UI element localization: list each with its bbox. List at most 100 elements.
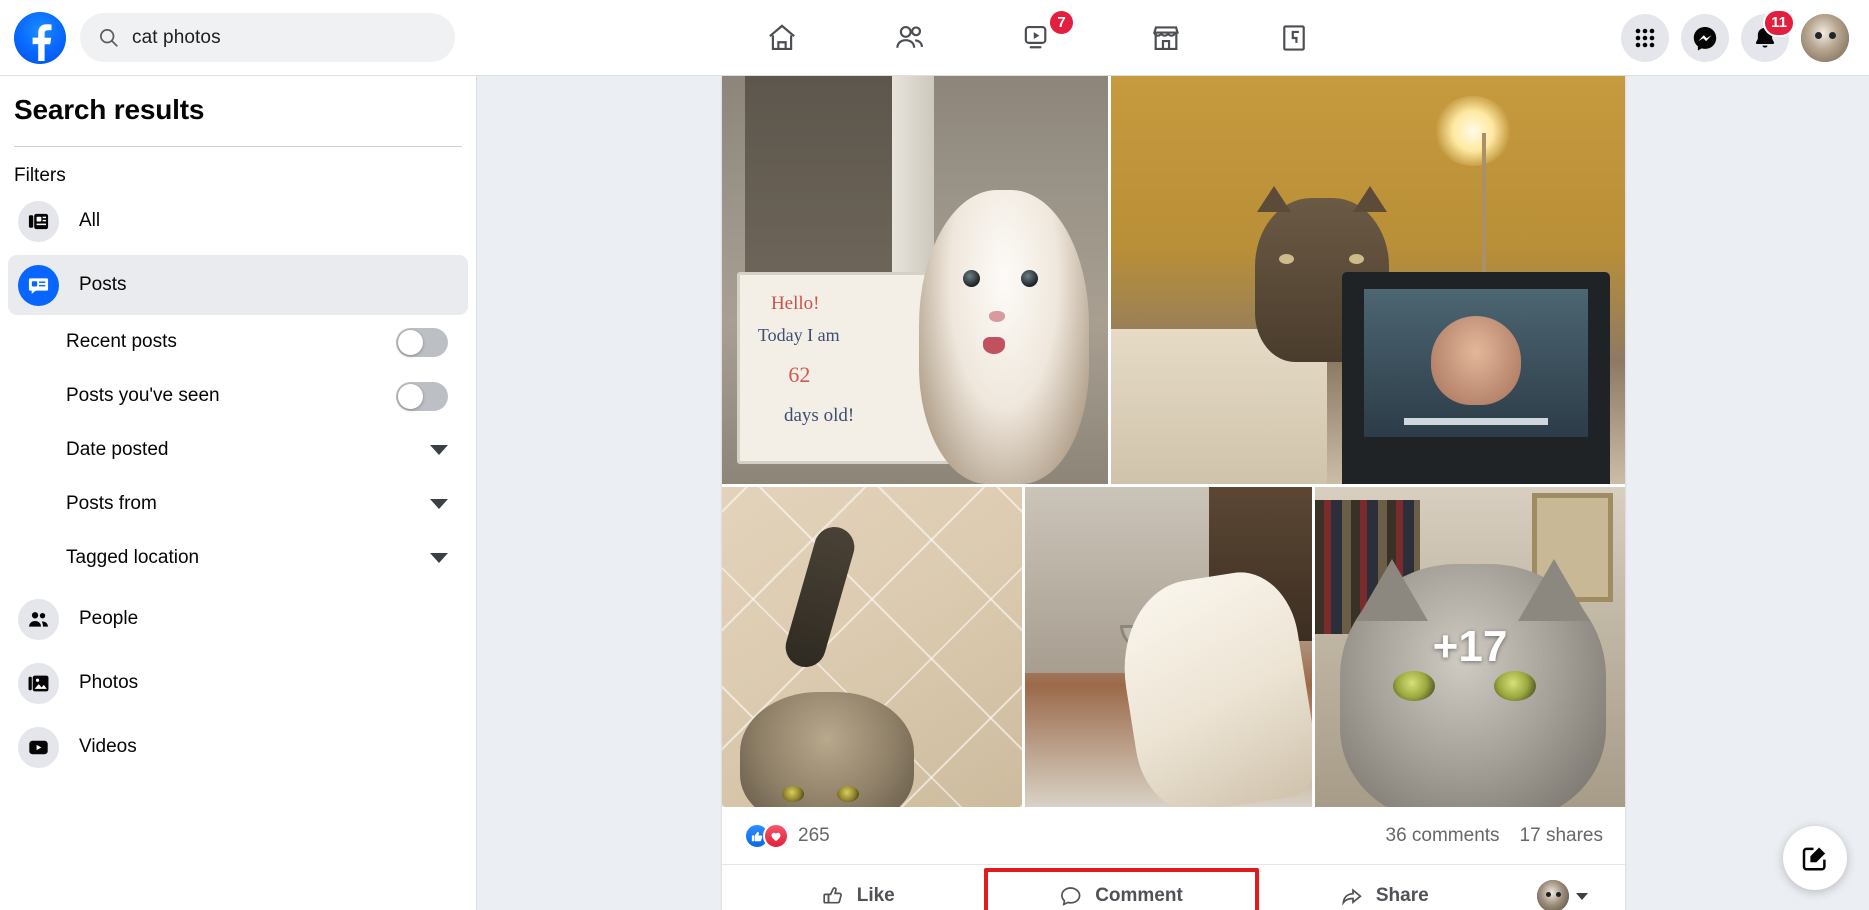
thumbs-up-icon — [823, 887, 842, 904]
post-engagement-summary: 265 36 comments 17 shares — [722, 807, 1625, 865]
header-nav-group: 7 — [455, 7, 1621, 69]
header-left-group: cat photos — [0, 11, 455, 64]
notifications-badge: 11 — [1763, 8, 1795, 37]
nav-home[interactable] — [718, 7, 846, 69]
post-photo-4[interactable] — [1025, 487, 1312, 807]
reaction-count: 265 — [798, 824, 830, 846]
post-photo-3[interactable] — [722, 487, 1022, 807]
video-badge: 7 — [1048, 8, 1075, 36]
gaming-icon — [1283, 24, 1305, 51]
filter-tagged-location[interactable]: Tagged location — [10, 531, 466, 585]
grid-menu-icon — [1635, 28, 1655, 47]
filter-label: Posts from — [66, 493, 157, 514]
post-photo-5[interactable]: +17 — [1315, 487, 1625, 807]
search-filters-sidebar: Search results Filters All Posts Recent … — [0, 76, 477, 910]
header-right-group: 11 — [1621, 8, 1869, 62]
chevron-down-icon — [430, 499, 448, 509]
sidebar-item-all[interactable]: All — [8, 191, 468, 251]
like-label: Like — [856, 885, 895, 906]
tabby-cat-on-tile-floor-image — [722, 487, 1022, 807]
filter-label: Date posted — [66, 439, 169, 460]
compose-pencil-icon — [1802, 847, 1826, 871]
search-icon — [98, 27, 119, 48]
top-navigation-bar: cat photos 7 11 — [0, 0, 1869, 76]
filter-date-posted[interactable]: Date posted — [10, 423, 466, 477]
account-avatar[interactable] — [1801, 13, 1849, 62]
sidebar-item-people[interactable]: People — [8, 589, 468, 649]
filter-recent-posts[interactable]: Recent posts — [10, 315, 466, 369]
post-action-bar: Like Comment Share — [722, 865, 1625, 910]
nav-video[interactable]: 7 — [974, 7, 1102, 69]
nav-marketplace[interactable] — [1102, 7, 1230, 69]
sidebar-item-videos[interactable]: Videos — [8, 717, 468, 777]
reaction-icons — [744, 822, 789, 849]
share-count[interactable]: 17 shares — [1520, 825, 1603, 847]
chevron-down-icon — [430, 445, 448, 455]
cat-behind-laptop-image — [1111, 76, 1625, 484]
white-cat-sleeping-on-lap-image — [1025, 487, 1312, 807]
filter-posts-from[interactable]: Posts from — [10, 477, 466, 531]
chevron-down-icon — [1576, 892, 1588, 900]
all-icon — [18, 200, 59, 242]
comments-shares-summary: 36 comments 17 shares — [1386, 825, 1604, 847]
whiteboard-line-2: Today I am — [757, 324, 840, 345]
comment-bubble-icon — [1061, 887, 1081, 906]
search-input[interactable]: cat photos — [80, 13, 455, 62]
people-icon — [18, 598, 59, 640]
filter-label: Tagged location — [66, 547, 200, 568]
whiteboard-line-4: days old! — [784, 404, 855, 426]
share-button[interactable]: Share — [1259, 872, 1511, 910]
filter-label: Recent posts — [66, 331, 177, 352]
posts-icon — [18, 264, 59, 306]
facebook-search-results-page: cat photos 7 11 Search results Filters A… — [0, 0, 1869, 910]
photo-grid-row-top: Hello! Today I am 62 days old! — [722, 76, 1625, 484]
sidebar-item-label: Posts — [79, 274, 127, 295]
share-label: Share — [1375, 885, 1429, 906]
comment-button[interactable]: Comment — [983, 868, 1259, 910]
sidebar-item-posts[interactable]: Posts — [8, 255, 468, 315]
post-photo-2[interactable] — [1111, 76, 1625, 484]
filter-posts-youve-seen[interactable]: Posts you've seen — [10, 369, 466, 423]
sidebar-item-photos[interactable]: Photos — [8, 653, 468, 713]
grid-menu-button[interactable] — [1621, 13, 1669, 62]
videos-icon — [18, 726, 59, 768]
whiteboard-line-1: Hello! — [770, 293, 820, 315]
messenger-icon — [1693, 26, 1717, 50]
post-photo-grid: Hello! Today I am 62 days old! +17 — [722, 76, 1625, 807]
home-icon — [769, 23, 795, 50]
recent-posts-toggle[interactable] — [396, 327, 448, 357]
like-button[interactable]: Like — [732, 872, 984, 910]
comment-label: Comment — [1095, 885, 1183, 906]
filters-heading: Filters — [14, 165, 66, 186]
messenger-button[interactable] — [1681, 13, 1729, 62]
share-arrow-icon — [1342, 888, 1362, 906]
comment-count[interactable]: 36 comments — [1386, 825, 1500, 847]
sidebar-item-label: Photos — [79, 672, 139, 693]
nav-gaming[interactable] — [1230, 7, 1358, 69]
photos-icon — [18, 662, 59, 704]
sidebar-item-label: People — [79, 608, 139, 629]
nav-friends[interactable] — [846, 7, 974, 69]
reactions-summary[interactable]: 265 — [744, 822, 830, 849]
page-title: Search results — [14, 94, 205, 125]
photo-overflow-count: +17 — [1432, 622, 1508, 671]
whiteboard-line-3: 62 — [788, 362, 811, 388]
notifications-button[interactable]: 11 — [1741, 8, 1795, 62]
marketplace-icon — [1153, 25, 1179, 50]
sidebar-item-label: Videos — [79, 736, 137, 757]
posts-youve-seen-toggle[interactable] — [396, 381, 448, 411]
share-as-selector[interactable] — [1510, 880, 1615, 910]
facebook-logo-icon[interactable] — [14, 11, 66, 64]
filter-label: Posts you've seen — [66, 385, 220, 406]
search-results-content: Hello! Today I am 62 days old! +17 265 3… — [477, 76, 1869, 910]
chevron-down-icon — [430, 553, 448, 563]
search-query-text: cat photos — [132, 26, 221, 48]
kitten-with-whiteboard-image: Hello! Today I am 62 days old! — [722, 76, 1108, 484]
sidebar-item-label: All — [79, 210, 101, 231]
post-photo-1[interactable]: Hello! Today I am 62 days old! — [722, 76, 1108, 484]
photo-grid-row-bottom: +17 — [722, 487, 1625, 807]
compose-button[interactable] — [1783, 826, 1847, 890]
friends-icon — [896, 25, 923, 48]
love-reaction-icon — [763, 822, 789, 849]
post-card: Hello! Today I am 62 days old! +17 265 3… — [722, 76, 1625, 910]
